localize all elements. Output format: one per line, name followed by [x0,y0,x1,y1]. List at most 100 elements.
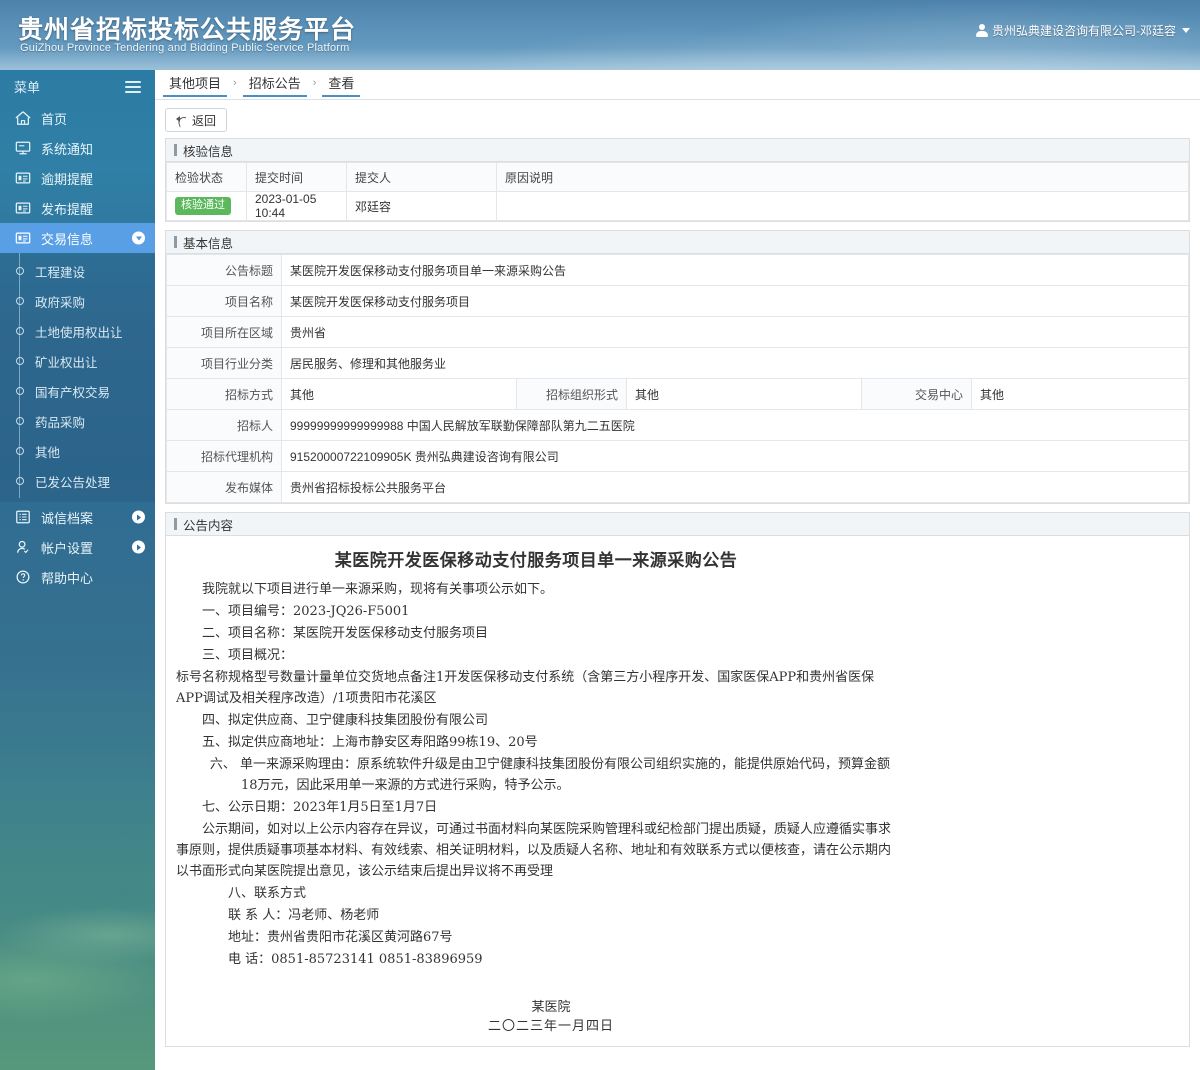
doc-paragraph-contact-person: 联 系 人：冯老师、杨老师 [228,908,380,923]
field-value-region: 贵州省 [281,316,1189,348]
app-header: 贵州省招标投标公共服务平台 GuiZhou Province Tendering… [0,0,1200,70]
verify-panel-title: 核验信息 [183,144,234,159]
sidebar-subitem-drug-procurement[interactable]: 药品采购 [0,406,155,436]
column-header-submitter: 提交人 [346,162,497,192]
chevron-right-icon[interactable] [132,540,145,554]
breadcrumb-item-tender-notice[interactable]: 招标公告 [242,73,307,97]
verify-info-panel: 核验信息 检验状态 提交时间 提交人 原因说明 核验通过 2023-01-05 … [165,138,1190,222]
form-row-media: 发布媒体 贵州省招标投标公共服务平台 [166,471,1189,503]
user-menu[interactable]: 贵州弘典建设咨询有限公司-邓廷容 [976,22,1190,39]
field-value-trading-center: 其他 [971,378,1189,410]
folder-list-icon [15,232,31,244]
sidebar-item-account-settings[interactable]: 帐户设置 [0,532,155,562]
form-row-industry: 项目行业分类 居民服务、修理和其他服务业 [166,347,1189,379]
field-label: 交易中心 [861,378,972,410]
doc-paragraph-publicity-date: 七、公示日期：2023年1月5日至1月7日 [202,800,438,815]
field-label: 招标方式 [166,378,282,410]
sidebar-item-label: 帐户设置 [41,540,94,556]
doc-paragraph-contact-heading: 八、联系方式 [228,886,307,901]
sidebar-subitem-label: 药品采购 [35,415,86,430]
page-root: 贵州省招标投标公共服务平台 GuiZhou Province Tendering… [0,0,1200,1070]
table-row: 核验通过 2023-01-05 10:44 邓廷容 [166,191,1189,221]
verify-table: 检验状态 提交时间 提交人 原因说明 核验通过 2023-01-05 10:44… [166,162,1189,221]
field-value-tenderer: 99999999999999988 中国人民解放军联勤保障部队第九二五医院 [281,409,1189,441]
main-content: 其他项目 › 招标公告 › 查看 返回 核验信息 检验状态 提交时间 提交人 原… [155,70,1200,1070]
sidebar-subitem-label: 土地使用权出让 [35,325,123,340]
user-icon [976,24,988,37]
sidebar: 菜单 首页 系统通知 逾期提醒 发布提醒 交易信息 工程建设 政府采购 土地使用… [0,70,155,1070]
form-row-region: 项目所在区域 贵州省 [166,316,1189,348]
table-header-row: 检验状态 提交时间 提交人 原因说明 [166,162,1189,192]
cell-reason [496,191,1189,221]
chevron-right-icon[interactable] [132,510,145,524]
sidebar-subitem-label: 工程建设 [35,265,86,280]
form-row-bidding-method: 招标方式 其他 招标组织形式 其他 交易中心 其他 [166,378,1189,410]
sidebar-item-publish-reminder[interactable]: 发布提醒 [0,193,155,223]
sidebar-item-label: 帮助中心 [41,570,94,586]
sidebar-item-label: 诚信档案 [41,510,94,526]
back-button-label: 返回 [192,113,217,128]
sidebar-subitem-land-use-rights[interactable]: 土地使用权出让 [0,316,155,346]
app-subtitle: GuiZhou Province Tendering and Bidding P… [20,42,350,54]
sidebar-item-system-notice[interactable]: 系统通知 [0,133,155,163]
sidebar-item-help-center[interactable]: 帮助中心 [0,562,155,592]
monitor-icon [15,141,31,155]
column-header-submit-time: 提交时间 [246,162,347,192]
cell-submit-time: 2023-01-05 10:44 [246,191,347,221]
breadcrumb-separator: › [233,76,237,89]
field-value-industry: 居民服务、修理和其他服务业 [281,347,1189,379]
field-label: 发布媒体 [166,471,282,503]
home-icon [15,111,31,125]
field-value-agency: 91520000722109905K 贵州弘典建设咨询有限公司 [281,440,1189,472]
sidebar-item-credit-archive[interactable]: 诚信档案 [0,502,155,532]
basic-panel-header: 基本信息 [166,231,1189,254]
sidebar-nav: 首页 系统通知 逾期提醒 发布提醒 交易信息 工程建设 政府采购 土地使用权出让… [0,103,155,592]
sidebar-item-home[interactable]: 首页 [0,103,155,133]
doc-paragraph-project-no: 一、项目编号：2023-JQ26-F5001 [202,604,410,619]
breadcrumb-item-other-projects[interactable]: 其他项目 [163,73,228,97]
sidebar-subitem-state-property[interactable]: 国有产权交易 [0,376,155,406]
status-badge: 核验通过 [175,197,231,215]
doc-paragraph-objection: 公示期间，如对以上公示内容存在异议，可通过书面材料向某医院采购管理科或纪检部门提… [176,822,892,879]
notice-document: 某医院开发医保移动支付服务项目单一来源采购公告 我院就以下项目进行单一来源采购，… [166,536,1189,1046]
field-label: 公告标题 [166,254,282,286]
app-title: 贵州省招标投标公共服务平台 [18,15,357,44]
field-value-org-form: 其他 [626,378,862,410]
chevron-down-icon[interactable] [132,231,145,245]
doc-paragraph-project-name: 二、项目名称：某医院开发医保移动支付服务项目 [202,626,489,641]
sidebar-subitem-engineering[interactable]: 工程建设 [0,256,155,286]
cell-status: 核验通过 [166,191,247,221]
toolbar: 返回 [155,100,1200,138]
sidebar-subitem-label: 矿业权出让 [35,355,98,370]
field-value-media: 贵州省招标投标公共服务平台 [281,471,1189,503]
form-row-project-name: 项目名称 某医院开发医保移动支付服务项目 [166,285,1189,317]
field-value-project-name: 某医院开发医保移动支付服务项目 [281,285,1189,317]
sidebar-item-overdue-reminder[interactable]: 逾期提醒 [0,163,155,193]
back-button[interactable]: 返回 [165,108,228,132]
section-marker [174,236,177,248]
notice-content-panel: 公告内容 某医院开发医保移动支付服务项目单一来源采购公告 我院就以下项目进行单一… [165,512,1190,1047]
cell-submitter: 邓廷容 [346,191,497,221]
sidebar-subitem-gov-procurement[interactable]: 政府采购 [0,286,155,316]
sidebar-subitem-other[interactable]: 其他 [0,436,155,466]
chevron-down-icon [1182,28,1190,33]
column-header-status: 检验状态 [166,162,247,192]
doc-paragraph-telephone: 电 话：0851-85723141 0851-83896959 [228,952,483,967]
sidebar-menu-label: 菜单 [14,80,41,95]
basic-panel-title: 基本信息 [183,236,234,251]
hamburger-icon[interactable] [125,78,141,96]
document-title: 某医院开发医保移动支付服务项目单一来源采购公告 [334,551,738,571]
section-marker [174,518,177,530]
breadcrumb-item-view[interactable]: 查看 [322,73,361,97]
sidebar-subitem-mining-rights[interactable]: 矿业权出让 [0,346,155,376]
sidebar-item-transaction-info[interactable]: 交易信息 [0,223,155,253]
user-gear-icon [17,540,29,554]
undo-arrow-icon [176,115,188,126]
sidebar-item-label: 交易信息 [41,231,94,247]
sidebar-subitem-published-notice[interactable]: 已发公告处理 [0,466,155,496]
sidebar-item-label: 首页 [41,111,68,127]
content-panel-header: 公告内容 [166,513,1189,536]
field-label: 项目行业分类 [166,347,282,379]
sidebar-subitem-label: 国有产权交易 [35,385,111,400]
sidebar-item-label: 逾期提醒 [41,171,94,187]
